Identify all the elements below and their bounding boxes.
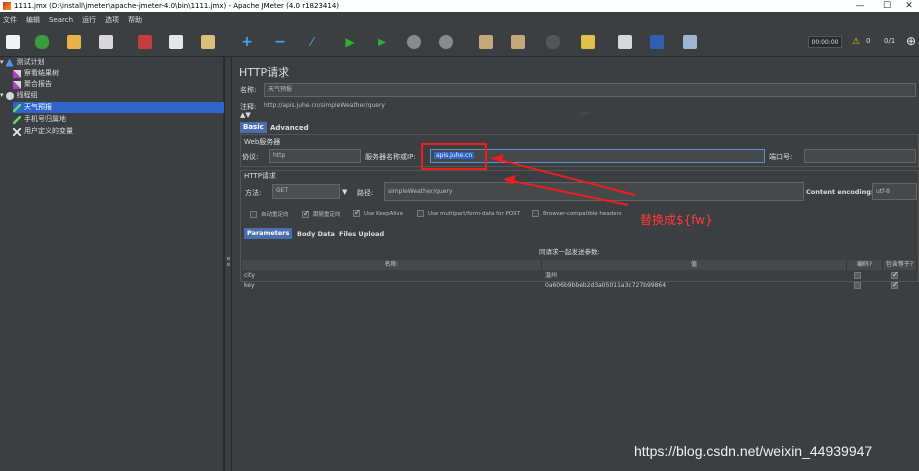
annotation-arrowhead [503,175,516,185]
annotation-arrows [491,154,636,206]
watermark-text: https://blog.csdn.net/weixin_44939947 [634,443,873,459]
annotation-text: 替换成${fw} [640,213,713,227]
annotation-arrow-line [507,179,629,206]
